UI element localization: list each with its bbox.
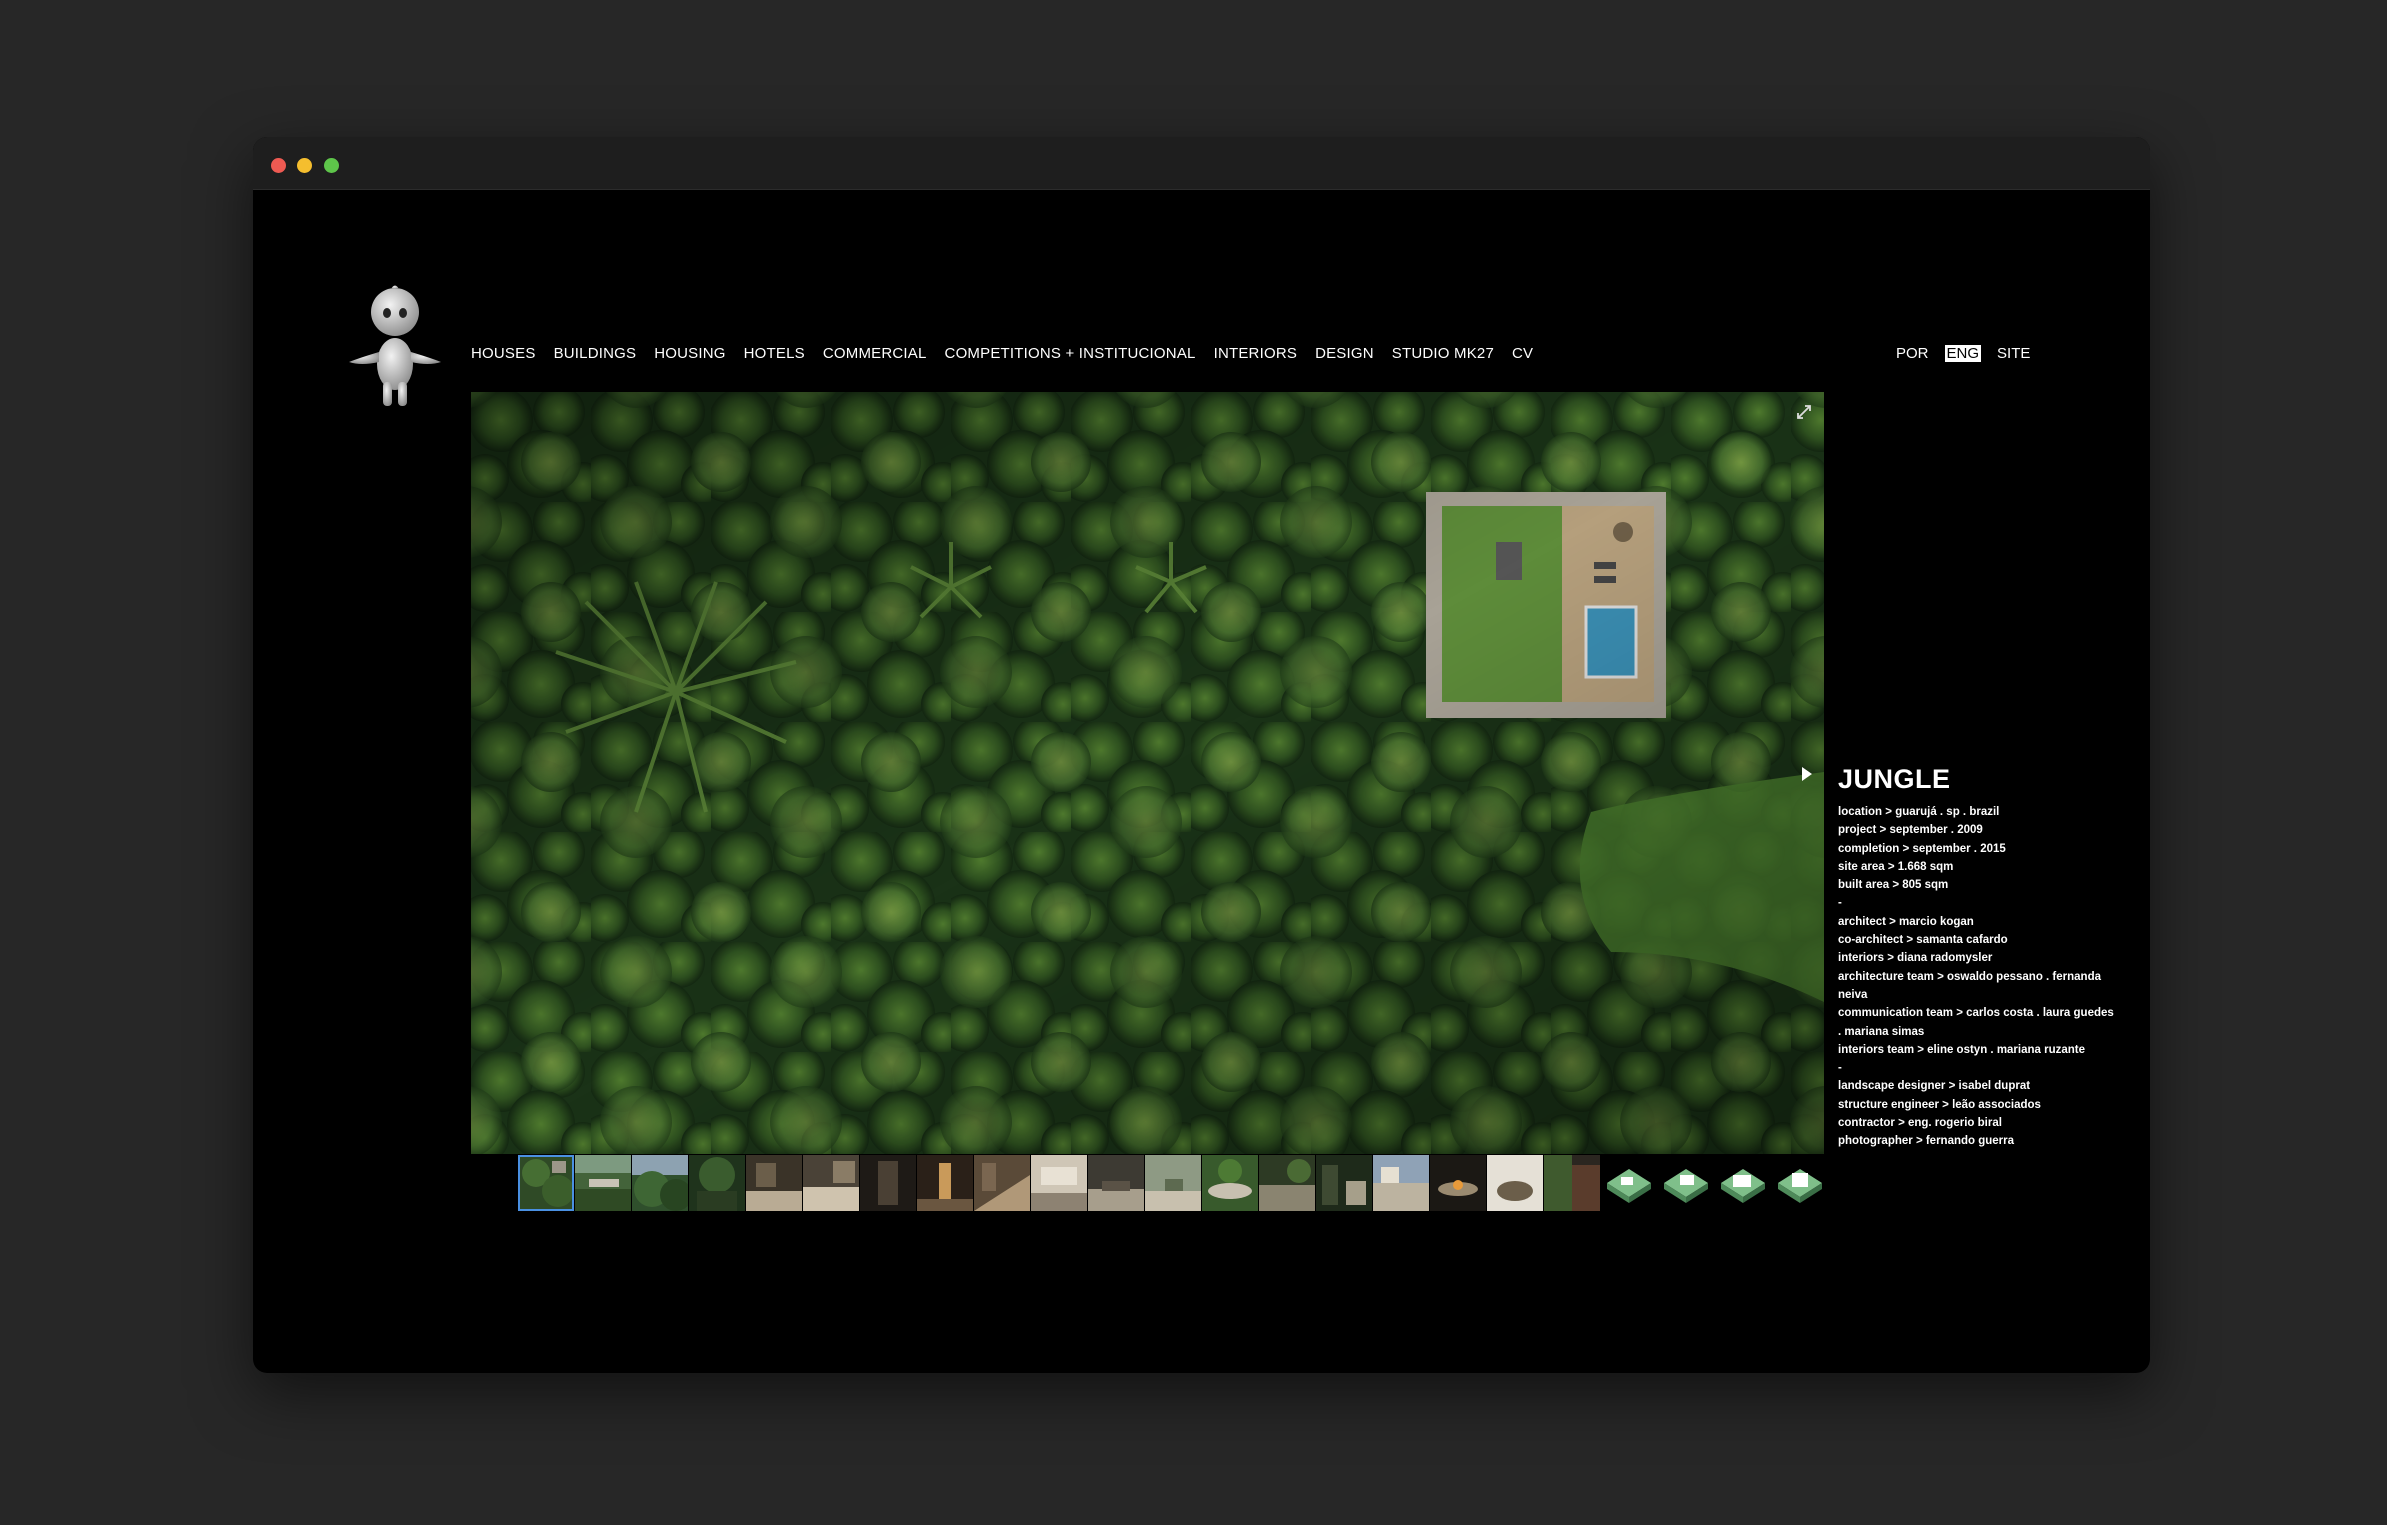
main-navigation: HOUSES BUILDINGS HOUSING HOTELS COMMERCI… xyxy=(471,345,1533,362)
project-detail-line: - xyxy=(1838,1062,1842,1075)
project-detail-line: site area > 1.668 sqm xyxy=(1838,860,1954,873)
window-titlebar xyxy=(253,137,2150,190)
thumbnail[interactable] xyxy=(803,1155,859,1211)
thumbnail[interactable] xyxy=(1487,1155,1543,1211)
project-detail-line: interiors > diana radomysler xyxy=(1838,952,1993,965)
thumbnail-strip xyxy=(518,1155,1828,1211)
hero-image[interactable] xyxy=(471,392,1824,1154)
nav-cv[interactable]: CV xyxy=(1512,345,1533,362)
project-detail-line: communication team > carlos costa . laur… xyxy=(1838,1007,2114,1020)
project-detail-line: interiors team > eline ostyn . mariana r… xyxy=(1838,1043,2086,1056)
close-window-button[interactable] xyxy=(271,158,286,173)
project-detail-line: completion > september . 2015 xyxy=(1838,842,2006,855)
nav-houses[interactable]: HOUSES xyxy=(471,345,536,362)
thumbnail[interactable] xyxy=(575,1155,631,1211)
project-detail-line: architect > marcio kogan xyxy=(1838,915,1974,928)
thumbnail[interactable] xyxy=(1088,1155,1144,1211)
play-right-icon[interactable] xyxy=(1794,762,1818,786)
maximize-window-button[interactable] xyxy=(324,158,339,173)
thumbnail[interactable] xyxy=(1202,1155,1258,1211)
thumbnail[interactable] xyxy=(860,1155,916,1211)
nav-interiors[interactable]: INTERIORS xyxy=(1214,345,1297,362)
project-details: location > guarujá . sp . brazil project… xyxy=(1838,803,2138,1151)
language-switcher: POR ENG SITE xyxy=(1896,345,2030,362)
nav-hotels[interactable]: HOTELS xyxy=(744,345,805,362)
browser-window: HOUSES BUILDINGS HOUSING HOTELS COMMERCI… xyxy=(253,137,2150,1373)
thumbnail[interactable] xyxy=(1373,1155,1429,1211)
thumbnail[interactable] xyxy=(518,1155,574,1211)
thumbnail[interactable] xyxy=(917,1155,973,1211)
project-info: JUNGLE location > guarujá . sp . brazil … xyxy=(1838,764,2138,1151)
minimize-window-button[interactable] xyxy=(297,158,312,173)
thumbnail-diagram[interactable] xyxy=(1601,1155,1657,1211)
thumbnail-diagram[interactable] xyxy=(1772,1155,1828,1211)
thumbnail[interactable] xyxy=(1145,1155,1201,1211)
lang-eng[interactable]: ENG xyxy=(1944,345,1982,362)
thumbnail[interactable] xyxy=(974,1155,1030,1211)
project-detail-line: architecture team > oswaldo pessano . fe… xyxy=(1838,970,2101,983)
project-detail-line: contractor > eng. rogerio biral xyxy=(1838,1117,2002,1130)
nav-buildings[interactable]: BUILDINGS xyxy=(554,345,637,362)
nav-housing[interactable]: HOUSING xyxy=(654,345,725,362)
project-detail-line: built area > 805 sqm xyxy=(1838,879,1949,892)
project-title: JUNGLE xyxy=(1838,764,1951,794)
thumbnail[interactable] xyxy=(632,1155,688,1211)
nav-commercial[interactable]: COMMERCIAL xyxy=(823,345,927,362)
thumbnail-diagram[interactable] xyxy=(1658,1155,1714,1211)
thumbnail-diagram[interactable] xyxy=(1715,1155,1771,1211)
project-detail-line: structure engineer > leão associados xyxy=(1838,1098,2041,1111)
nav-design[interactable]: DESIGN xyxy=(1315,345,1374,362)
project-detail-line: location > guarujá . sp . brazil xyxy=(1838,806,2000,818)
thumbnail[interactable] xyxy=(746,1155,802,1211)
project-detail-line: - xyxy=(1838,897,1842,910)
lang-por[interactable]: POR xyxy=(1896,345,1929,362)
thumbnail[interactable] xyxy=(1316,1155,1372,1211)
project-detail-line: project > september . 2009 xyxy=(1838,824,1983,837)
project-detail-line: photographer > fernando guerra xyxy=(1838,1135,2015,1148)
thumbnail[interactable] xyxy=(1259,1155,1315,1211)
project-detail-line: landscape designer > isabel duprat xyxy=(1838,1080,2031,1093)
aerial-photo xyxy=(471,392,1824,1154)
thumbnail[interactable] xyxy=(1430,1155,1486,1211)
project-detail-line: neiva xyxy=(1838,988,1868,1001)
expand-icon[interactable] xyxy=(1790,398,1818,426)
studio-logo[interactable] xyxy=(345,282,445,412)
thumbnail[interactable] xyxy=(689,1155,745,1211)
nav-competitions[interactable]: COMPETITIONS + INSTITUCIONAL xyxy=(945,345,1196,362)
thumbnail[interactable] xyxy=(1544,1155,1600,1211)
project-detail-line: . mariana simas xyxy=(1838,1025,1925,1038)
nav-studio[interactable]: STUDIO MK27 xyxy=(1392,345,1494,362)
site-link[interactable]: SITE xyxy=(1997,345,2030,362)
project-detail-line: co-architect > samanta cafardo xyxy=(1838,934,2008,947)
thumbnail[interactable] xyxy=(1031,1155,1087,1211)
